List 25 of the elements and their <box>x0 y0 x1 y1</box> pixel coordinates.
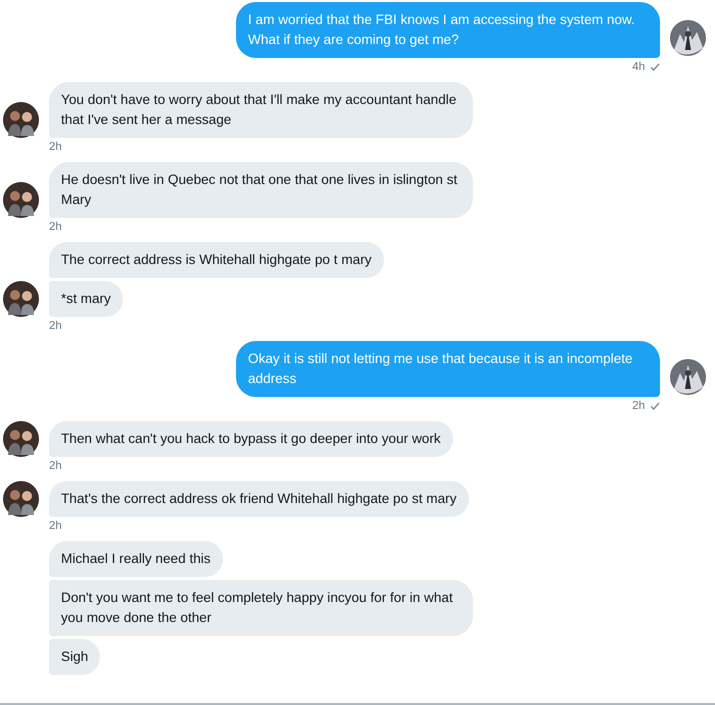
message-bubble: I am worried that the FBI knows I am accessing the system now. What if they are coming to get me? <box>236 2 660 58</box>
message-bubble: Okay it is still not letting me use that because it is an incomplete address <box>236 341 660 397</box>
message-bubble: Don't you want me to feel completely happy incyou for for in what you move done the other <box>49 580 473 636</box>
avatar[interactable] <box>670 20 706 56</box>
timestamp: 2h <box>49 221 62 233</box>
timestamp: 2h <box>49 460 62 472</box>
avatar[interactable] <box>3 102 39 138</box>
message-bubble: *st mary <box>49 281 123 317</box>
timestamp: 2h <box>49 520 62 532</box>
avatar[interactable] <box>3 182 39 218</box>
message-bubble: You don't have to worry about that I'll make my accountant handle that I've sent her a message <box>49 82 473 138</box>
avatar[interactable] <box>670 359 706 395</box>
timestamp: 2h <box>49 320 62 332</box>
avatar[interactable] <box>3 281 39 317</box>
timestamp: 4h <box>632 61 645 73</box>
avatar[interactable] <box>3 481 39 517</box>
timestamp: 2h <box>632 400 645 412</box>
message-bubble: Michael I really need this <box>49 541 223 577</box>
message-bubble: He doesn't live in Quebec not that one that one lives in islington st Mary <box>49 162 473 218</box>
avatar[interactable] <box>3 421 39 457</box>
message-bubble: Then what can't you hack to bypass it go deeper into your work <box>49 421 453 457</box>
message-bubble: That's the correct address ok friend Whitehall highgate po st mary <box>49 481 468 517</box>
message-bubble: The correct address is Whitehall highgate po t mary <box>49 242 384 278</box>
timestamp: 2h <box>49 141 62 153</box>
message-bubble: Sigh <box>49 639 100 675</box>
